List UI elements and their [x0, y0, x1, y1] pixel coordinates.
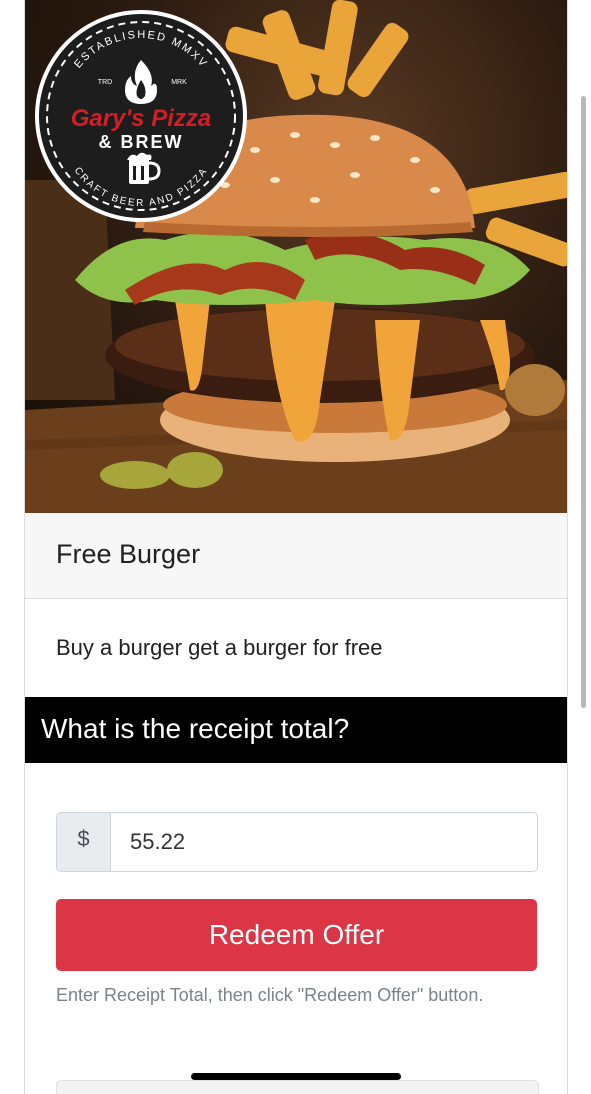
logo-brand: Gary's Pizza [71, 105, 211, 132]
currency-addon: $ [57, 813, 111, 871]
garys-pizza-logo: ESTABLISHED MMXV CRAFT BEER AND PIZZA TR… [33, 8, 249, 224]
logo-right-mark: MRK [171, 79, 187, 86]
offer-title-bar: Free Burger [25, 513, 567, 599]
offer-description: Buy a burger get a burger for free [56, 635, 383, 660]
home-indicator[interactable] [191, 1073, 401, 1080]
logo-left-mark: TRD [98, 79, 112, 86]
question-header: What is the receipt total? [25, 697, 567, 763]
logo-brand-sub: & BREW [99, 132, 184, 152]
receipt-total-input-group: $ [56, 812, 538, 872]
next-section-edge [56, 1080, 539, 1094]
scrollbar[interactable] [581, 96, 586, 708]
help-text: Enter Receipt Total, then click "Redeem … [56, 985, 484, 1005]
offer-card: ESTABLISHED MMXV CRAFT BEER AND PIZZA TR… [24, 0, 568, 1094]
redeem-offer-button[interactable]: Redeem Offer [56, 899, 537, 971]
receipt-total-input[interactable] [111, 813, 531, 871]
burger-image: ESTABLISHED MMXV CRAFT BEER AND PIZZA TR… [25, 0, 567, 513]
offer-title: Free Burger [56, 539, 201, 569]
question-text: What is the receipt total? [41, 713, 350, 744]
